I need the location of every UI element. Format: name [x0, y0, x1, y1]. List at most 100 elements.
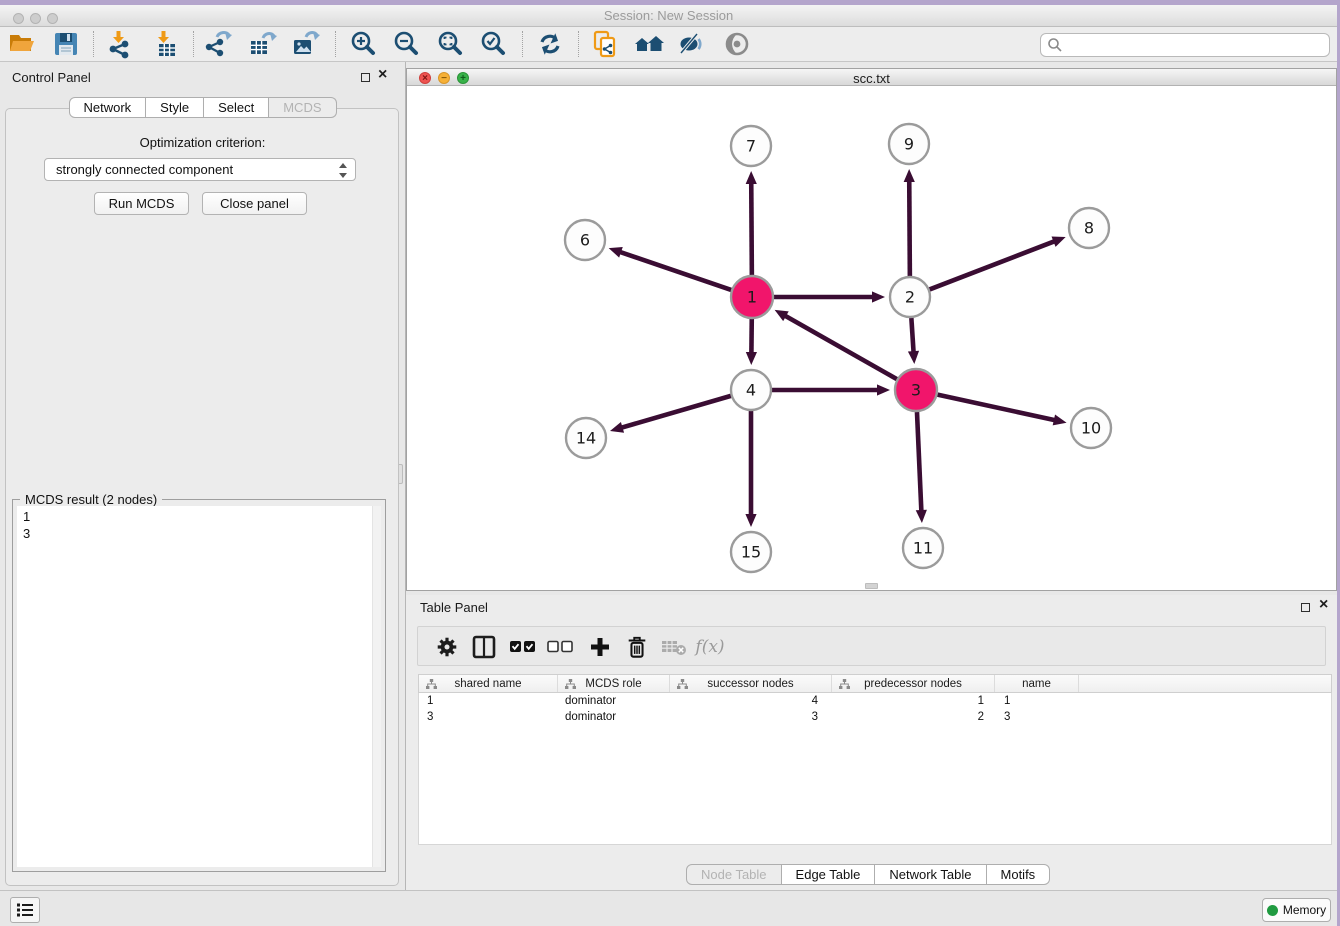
export-image-icon[interactable] — [290, 29, 320, 59]
table-toolbar: f(x) — [417, 626, 1326, 666]
network-graph[interactable]: 1234678910111415 — [407, 86, 1336, 590]
zoom-out-icon[interactable] — [391, 29, 421, 59]
delete-table-icon[interactable] — [660, 633, 688, 661]
float-panel-icon[interactable] — [361, 73, 370, 82]
table-row[interactable]: 1 dominator 4 1 1 — [419, 693, 1331, 709]
column-header-name[interactable]: name — [995, 675, 1079, 692]
tab-motifs[interactable]: Motifs — [987, 864, 1051, 885]
memory-button[interactable]: Memory — [1262, 898, 1331, 922]
export-network-icon[interactable] — [203, 29, 233, 59]
graph-node-label: 3 — [911, 381, 921, 400]
column-type-icon — [677, 679, 688, 690]
graph-node-label: 10 — [1081, 419, 1101, 438]
main-toolbar — [0, 27, 1337, 62]
float-table-panel-icon[interactable] — [1301, 603, 1310, 612]
graph-edge-label-mark — [908, 216, 911, 224]
toolbar-separator — [93, 31, 94, 57]
home-layout-icon[interactable] — [634, 29, 664, 59]
graph-edge-2-9[interactable] — [909, 180, 910, 276]
search-field[interactable] — [1040, 33, 1330, 57]
clone-network-icon[interactable] — [590, 29, 620, 59]
graph-edge-1-7[interactable] — [751, 182, 752, 275]
graph-edge-arrowhead — [1053, 414, 1067, 425]
mcds-result-area[interactable]: 1 3 — [17, 506, 381, 867]
app-titlebar: Session: New Session — [0, 5, 1337, 27]
select-all-icon[interactable] — [509, 633, 537, 661]
add-column-plus-icon[interactable] — [586, 633, 614, 661]
delete-column-trash-icon[interactable] — [623, 633, 651, 661]
graph-edge-arrowhead — [916, 510, 927, 523]
export-table-icon[interactable] — [247, 29, 277, 59]
graph-node-label: 14 — [576, 429, 596, 448]
graph-node-label: 9 — [904, 135, 914, 154]
zoom-in-icon[interactable] — [348, 29, 378, 59]
import-table-icon[interactable] — [150, 29, 180, 59]
toolbar-separator — [578, 31, 579, 57]
close-table-panel-icon[interactable]: × — [1319, 596, 1328, 614]
network-view-window: × − + scc.txt 1234678910111415 — [406, 68, 1337, 591]
network-resize-grip[interactable] — [865, 583, 878, 589]
control-panel-tabs: Network Style Select MCDS — [68, 97, 336, 118]
table-settings-gear-icon[interactable] — [433, 633, 461, 661]
node-table: shared name MCDS role successor nodes pr… — [418, 674, 1332, 845]
save-session-icon[interactable] — [51, 29, 81, 59]
mcds-result-title: MCDS result (2 nodes) — [20, 492, 162, 507]
function-builder-icon[interactable]: f(x) — [696, 633, 724, 661]
column-header-mcds-role[interactable]: MCDS role — [558, 675, 670, 692]
table-row[interactable]: 3 dominator 3 2 3 — [419, 709, 1331, 725]
graph-edge-arrowhead — [1052, 236, 1066, 246]
toolbar-separator — [335, 31, 336, 57]
toolbar-separator — [193, 31, 194, 57]
criterion-select[interactable]: strongly connected component — [44, 158, 356, 181]
column-header-predecessor-nodes[interactable]: predecessor nodes — [832, 675, 995, 692]
graph-node-label: 4 — [746, 381, 756, 400]
column-header-shared-name[interactable]: shared name — [419, 675, 558, 692]
search-icon — [1047, 37, 1063, 53]
close-panel-icon[interactable]: × — [378, 66, 387, 84]
tab-network-table[interactable]: Network Table — [875, 864, 986, 885]
graph-edge-label-mark — [830, 389, 838, 392]
control-panel: Control Panel × Network Style Select MCD… — [0, 62, 405, 890]
graph-edge-2-8[interactable] — [930, 241, 1056, 289]
graph-edge-arrowhead — [908, 351, 919, 364]
open-session-icon[interactable] — [7, 29, 37, 59]
search-input[interactable] — [1063, 38, 1329, 53]
tab-mcds[interactable]: MCDS — [269, 97, 336, 118]
zoom-fit-icon[interactable] — [435, 29, 465, 59]
close-panel-button[interactable]: Close panel — [202, 192, 307, 215]
graph-node-label: 2 — [905, 288, 915, 307]
tab-network[interactable]: Network — [68, 97, 146, 118]
graph-edge-arrowhead — [746, 352, 757, 365]
graph-edge-1-6[interactable] — [619, 252, 731, 290]
table-panel: Table Panel × f(x) s — [406, 595, 1337, 890]
show-details-eye-icon[interactable] — [722, 29, 752, 59]
tab-select[interactable]: Select — [204, 97, 269, 118]
graph-edge-3-11[interactable] — [917, 412, 921, 512]
column-header-successor-nodes[interactable]: successor nodes — [670, 675, 832, 692]
graph-edge-3-1[interactable] — [784, 315, 897, 379]
graph-edge-3-10[interactable] — [937, 395, 1055, 421]
status-bar: Memory — [0, 890, 1337, 926]
tab-node-table[interactable]: Node Table — [686, 864, 782, 885]
tab-edge-table[interactable]: Edge Table — [782, 864, 876, 885]
column-type-icon — [565, 679, 576, 690]
graph-edge-arrowhead — [609, 247, 623, 258]
table-body[interactable]: 1 dominator 4 1 1 3 dominator 3 2 3 — [418, 693, 1332, 845]
hide-labels-icon[interactable] — [677, 29, 707, 59]
run-mcds-button[interactable]: Run MCDS — [94, 192, 189, 215]
tab-style[interactable]: Style — [146, 97, 204, 118]
deselect-all-icon[interactable] — [546, 633, 574, 661]
result-scrollbar[interactable] — [372, 506, 381, 867]
graph-edge-arrowhead — [877, 384, 890, 395]
graph-edge-2-3[interactable] — [911, 318, 913, 353]
graph-edge-arrowhead — [610, 422, 624, 433]
split-columns-icon[interactable] — [470, 633, 498, 661]
zoom-selected-icon[interactable] — [478, 29, 508, 59]
graph-edge-4-14[interactable] — [621, 396, 731, 428]
graph-edge-arrowhead — [745, 514, 756, 527]
import-network-icon[interactable] — [105, 29, 135, 59]
graph-node-label: 1 — [747, 288, 757, 307]
task-history-button[interactable] — [10, 897, 40, 923]
network-window-titlebar[interactable]: × − + scc.txt — [407, 68, 1336, 86]
refresh-icon[interactable] — [535, 29, 565, 59]
